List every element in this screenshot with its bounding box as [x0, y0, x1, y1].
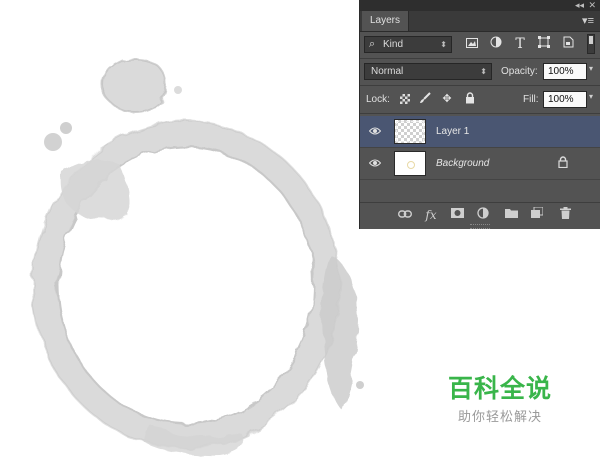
filter-toggle-switch[interactable] — [587, 34, 595, 54]
trash-icon[interactable] — [556, 207, 574, 223]
chevron-updown-icon: ⬍ — [480, 67, 487, 76]
fill-label: Fill: — [523, 94, 539, 105]
panel-resize-grip[interactable] — [470, 224, 490, 229]
watermark-subtitle: 助你轻松解决 — [457, 410, 542, 425]
stain-droplet — [44, 133, 62, 151]
eye-icon[interactable] — [368, 125, 382, 139]
watermark-title: 百科全说 — [447, 374, 552, 403]
lock-image-pixels-icon[interactable] — [418, 92, 432, 106]
fill-dropdown-icon[interactable]: ▾ — [589, 92, 593, 101]
lock-transparent-pixels-icon[interactable] — [398, 92, 412, 106]
collapse-panel-icon[interactable]: ◂◂ — [575, 0, 584, 11]
layer-row-background[interactable]: Background — [360, 148, 600, 180]
layer-name[interactable]: Layer 1 — [436, 125, 469, 139]
panel-tabbar: Layers ▾≡ — [360, 11, 600, 32]
filter-icon-group: T — [464, 35, 592, 53]
layer-row-layer-1[interactable]: Layer 1 — [360, 116, 600, 148]
kind-filter-value: Kind — [383, 39, 404, 50]
divider — [360, 85, 600, 86]
image-filter-icon[interactable] — [464, 35, 480, 53]
layers-panel: ◂◂ ✕ Layers ▾≡ ⌕ Kind ⬍ T Normal ⬍ Opaci… — [359, 0, 600, 229]
divider — [360, 58, 600, 59]
panel-menu-icon[interactable]: ▾≡ — [582, 14, 594, 28]
blend-mode-value: Normal — [371, 66, 404, 77]
panel-title-strip: ◂◂ ✕ — [360, 0, 600, 11]
smart-object-filter-icon[interactable] — [560, 35, 576, 53]
lock-icon — [556, 156, 570, 170]
layer-thumbnail — [394, 151, 426, 176]
fx-icon[interactable]: fx — [422, 207, 440, 223]
watermark: 百科全说 助你轻松解决 — [420, 374, 580, 425]
stain-droplet — [356, 381, 364, 389]
lock-label: Lock: — [366, 94, 390, 105]
blend-mode-select[interactable]: Normal ⬍ — [364, 63, 492, 80]
link-icon[interactable] — [396, 207, 414, 223]
opacity-input[interactable]: 100% — [543, 63, 587, 80]
eye-icon[interactable] — [368, 157, 382, 171]
close-panel-icon[interactable]: ✕ — [588, 0, 596, 11]
chevron-updown-icon: ⬍ — [440, 40, 447, 49]
type-filter-icon[interactable]: T — [512, 35, 528, 53]
stain-droplet — [60, 122, 72, 134]
adjustment-filter-icon[interactable] — [488, 35, 504, 53]
mask-icon[interactable] — [448, 207, 466, 223]
folder-icon[interactable] — [502, 207, 520, 223]
stain-droplet — [174, 86, 182, 94]
shape-filter-icon[interactable] — [536, 35, 552, 53]
kind-filter-select[interactable]: ⌕ Kind ⬍ — [364, 36, 452, 53]
fill-input[interactable]: 100% — [543, 91, 587, 108]
new-layer-icon[interactable] — [528, 206, 546, 223]
panel-footer: fx — [360, 202, 600, 229]
opacity-dropdown-icon[interactable]: ▾ — [589, 64, 593, 73]
tab-layers[interactable]: Layers — [362, 11, 410, 31]
adjustment-icon[interactable] — [474, 207, 492, 223]
magnifier-icon: ⌕ — [369, 38, 376, 50]
lock-position-icon[interactable]: ✥ — [440, 92, 454, 106]
lock-all-icon[interactable] — [463, 92, 477, 106]
layer-name[interactable]: Background — [436, 157, 489, 171]
opacity-label: Opacity: — [501, 66, 538, 77]
layers-list: Layer 1 Background — [360, 114, 600, 202]
stain-blob — [321, 255, 358, 410]
layer-thumbnail — [394, 119, 426, 144]
